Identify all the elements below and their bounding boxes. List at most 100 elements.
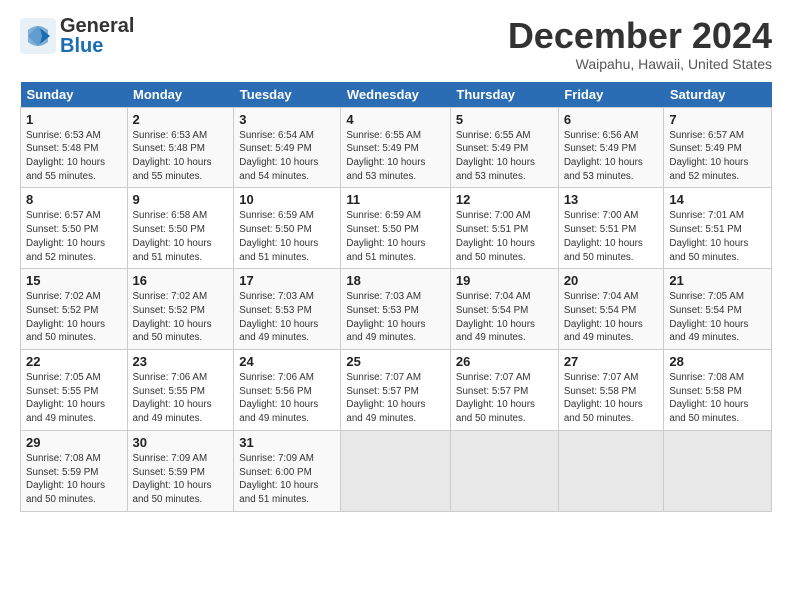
day-number: 18 — [346, 273, 445, 288]
col-header-tuesday: Tuesday — [234, 82, 341, 108]
day-number: 4 — [346, 112, 445, 127]
day-number: 6 — [564, 112, 659, 127]
day-info: Sunrise: 6:57 AM Sunset: 5:50 PM Dayligh… — [26, 209, 122, 264]
day-number: 29 — [26, 435, 122, 450]
day-number: 20 — [564, 273, 659, 288]
calendar-body: 1 Sunrise: 6:53 AM Sunset: 5:48 PM Daylig… — [21, 107, 772, 511]
day-number: 17 — [239, 273, 335, 288]
day-info: Sunrise: 6:53 AM Sunset: 5:48 PM Dayligh… — [26, 129, 122, 184]
day-number: 15 — [26, 273, 122, 288]
day-number: 5 — [456, 112, 553, 127]
day-info: Sunrise: 6:55 AM Sunset: 5:49 PM Dayligh… — [346, 129, 445, 184]
day-info: Sunrise: 6:59 AM Sunset: 5:50 PM Dayligh… — [346, 209, 445, 264]
day-info: Sunrise: 6:54 AM Sunset: 5:49 PM Dayligh… — [239, 129, 335, 184]
col-header-thursday: Thursday — [450, 82, 558, 108]
month-title: December 2024 — [508, 16, 772, 56]
calendar-cell: 9Sunrise: 6:58 AM Sunset: 5:50 PM Daylig… — [127, 188, 234, 269]
calendar-cell: 4 Sunrise: 6:55 AM Sunset: 5:49 PM Daylig… — [341, 107, 451, 188]
calendar-cell: 22 Sunrise: 7:05 AM Sunset: 5:55 PM Dayli… — [21, 350, 128, 431]
day-info: Sunrise: 7:01 AM Sunset: 5:51 PM Dayligh… — [669, 209, 766, 264]
calendar-cell: 27 Sunrise: 7:07 AM Sunset: 5:58 PM Dayli… — [558, 350, 664, 431]
day-number: 21 — [669, 273, 766, 288]
day-info: Sunrise: 7:09 AM Sunset: 6:00 PM Dayligh… — [239, 452, 335, 507]
day-info: Sunrise: 7:05 AM Sunset: 5:54 PM Dayligh… — [669, 290, 766, 345]
calendar-cell: 3 Sunrise: 6:54 AM Sunset: 5:49 PM Daylig… — [234, 107, 341, 188]
calendar-cell: 23 Sunrise: 7:06 AM Sunset: 5:55 PM Dayli… — [127, 350, 234, 431]
day-number: 8 — [26, 192, 122, 207]
calendar-table: SundayMondayTuesdayWednesdayThursdayFrid… — [20, 82, 772, 512]
day-info: Sunrise: 6:59 AM Sunset: 5:50 PM Dayligh… — [239, 209, 335, 264]
day-number: 25 — [346, 354, 445, 369]
week-row-4: 22 Sunrise: 7:05 AM Sunset: 5:55 PM Dayli… — [21, 350, 772, 431]
col-header-wednesday: Wednesday — [341, 82, 451, 108]
day-info: Sunrise: 7:06 AM Sunset: 5:55 PM Dayligh… — [133, 371, 229, 426]
calendar-cell: 14 Sunrise: 7:01 AM Sunset: 5:51 PM Dayli… — [664, 188, 772, 269]
day-number: 27 — [564, 354, 659, 369]
day-number: 19 — [456, 273, 553, 288]
day-number: 13 — [564, 192, 659, 207]
day-number: 14 — [669, 192, 766, 207]
day-info: Sunrise: 7:08 AM Sunset: 5:58 PM Dayligh… — [669, 371, 766, 426]
col-header-saturday: Saturday — [664, 82, 772, 108]
calendar-cell: 15 Sunrise: 7:02 AM Sunset: 5:52 PM Dayli… — [21, 269, 128, 350]
logo: General Blue — [20, 16, 134, 56]
day-info: Sunrise: 7:04 AM Sunset: 5:54 PM Dayligh… — [456, 290, 553, 345]
calendar-cell: 31 Sunrise: 7:09 AM Sunset: 6:00 PM Dayli… — [234, 430, 341, 511]
day-info: Sunrise: 7:07 AM Sunset: 5:58 PM Dayligh… — [564, 371, 659, 426]
calendar-cell: 18 Sunrise: 7:03 AM Sunset: 5:53 PM Dayli… — [341, 269, 451, 350]
calendar-cell — [450, 430, 558, 511]
day-number: 30 — [133, 435, 229, 450]
day-info: Sunrise: 7:05 AM Sunset: 5:55 PM Dayligh… — [26, 371, 122, 426]
col-header-friday: Friday — [558, 82, 664, 108]
day-info: Sunrise: 7:04 AM Sunset: 5:54 PM Dayligh… — [564, 290, 659, 345]
day-number: 26 — [456, 354, 553, 369]
day-info: Sunrise: 7:00 AM Sunset: 5:51 PM Dayligh… — [564, 209, 659, 264]
day-info: Sunrise: 7:09 AM Sunset: 5:59 PM Dayligh… — [133, 452, 229, 507]
day-number: 3 — [239, 112, 335, 127]
calendar-cell: 13 Sunrise: 7:00 AM Sunset: 5:51 PM Dayli… — [558, 188, 664, 269]
day-number: 22 — [26, 354, 122, 369]
day-info: Sunrise: 7:03 AM Sunset: 5:53 PM Dayligh… — [346, 290, 445, 345]
calendar-cell: 6 Sunrise: 6:56 AM Sunset: 5:49 PM Daylig… — [558, 107, 664, 188]
day-info: Sunrise: 6:53 AM Sunset: 5:48 PM Dayligh… — [133, 129, 229, 184]
week-row-5: 29Sunrise: 7:08 AM Sunset: 5:59 PM Dayli… — [21, 430, 772, 511]
calendar-cell: 20 Sunrise: 7:04 AM Sunset: 5:54 PM Dayli… — [558, 269, 664, 350]
calendar-cell: 1 Sunrise: 6:53 AM Sunset: 5:48 PM Daylig… — [21, 107, 128, 188]
week-row-3: 15 Sunrise: 7:02 AM Sunset: 5:52 PM Dayli… — [21, 269, 772, 350]
calendar-cell: 26 Sunrise: 7:07 AM Sunset: 5:57 PM Dayli… — [450, 350, 558, 431]
day-number: 11 — [346, 192, 445, 207]
week-row-2: 8 Sunrise: 6:57 AM Sunset: 5:50 PM Daylig… — [21, 188, 772, 269]
logo-icon — [20, 18, 56, 54]
calendar-cell: 5 Sunrise: 6:55 AM Sunset: 5:49 PM Daylig… — [450, 107, 558, 188]
calendar-cell: 17 Sunrise: 7:03 AM Sunset: 5:53 PM Dayli… — [234, 269, 341, 350]
day-info: Sunrise: 7:00 AM Sunset: 5:51 PM Dayligh… — [456, 209, 553, 264]
calendar-cell: 16Sunrise: 7:02 AM Sunset: 5:52 PM Dayli… — [127, 269, 234, 350]
calendar-cell: 2 Sunrise: 6:53 AM Sunset: 5:48 PM Daylig… — [127, 107, 234, 188]
day-number: 2 — [133, 112, 229, 127]
day-info: Sunrise: 7:07 AM Sunset: 5:57 PM Dayligh… — [456, 371, 553, 426]
day-number: 12 — [456, 192, 553, 207]
day-info: Sunrise: 6:55 AM Sunset: 5:49 PM Dayligh… — [456, 129, 553, 184]
col-header-sunday: Sunday — [21, 82, 128, 108]
day-info: Sunrise: 6:58 AM Sunset: 5:50 PM Dayligh… — [133, 209, 229, 264]
day-number: 23 — [133, 354, 229, 369]
calendar-header: SundayMondayTuesdayWednesdayThursdayFrid… — [21, 82, 772, 108]
calendar-cell: 24Sunrise: 7:06 AM Sunset: 5:56 PM Dayli… — [234, 350, 341, 431]
calendar-cell: 11 Sunrise: 6:59 AM Sunset: 5:50 PM Dayli… — [341, 188, 451, 269]
day-number: 31 — [239, 435, 335, 450]
calendar-cell — [558, 430, 664, 511]
col-header-monday: Monday — [127, 82, 234, 108]
day-number: 1 — [26, 112, 122, 127]
calendar-cell: 21 Sunrise: 7:05 AM Sunset: 5:54 PM Dayli… — [664, 269, 772, 350]
day-info: Sunrise: 7:02 AM Sunset: 5:52 PM Dayligh… — [26, 290, 122, 345]
day-info: Sunrise: 6:56 AM Sunset: 5:49 PM Dayligh… — [564, 129, 659, 184]
calendar-cell: 28Sunrise: 7:08 AM Sunset: 5:58 PM Dayli… — [664, 350, 772, 431]
day-info: Sunrise: 7:03 AM Sunset: 5:53 PM Dayligh… — [239, 290, 335, 345]
day-info: Sunrise: 6:57 AM Sunset: 5:49 PM Dayligh… — [669, 129, 766, 184]
day-number: 10 — [239, 192, 335, 207]
day-number: 24 — [239, 354, 335, 369]
calendar-cell: 10 Sunrise: 6:59 AM Sunset: 5:50 PM Dayli… — [234, 188, 341, 269]
calendar-cell: 7Sunrise: 6:57 AM Sunset: 5:49 PM Daylig… — [664, 107, 772, 188]
day-number: 16 — [133, 273, 229, 288]
calendar-cell — [341, 430, 451, 511]
